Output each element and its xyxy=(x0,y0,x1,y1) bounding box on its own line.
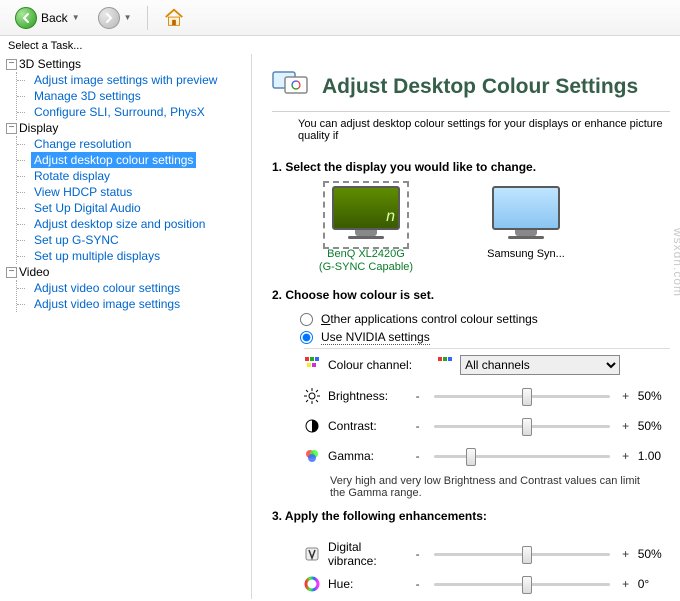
tree-group-label: 3D Settings xyxy=(19,57,81,71)
display-name: Samsung Syn... xyxy=(466,248,586,261)
tree-item-video-colour[interactable]: Adjust video colour settings xyxy=(31,280,183,296)
tree-group-3d-settings[interactable]: − 3D Settings xyxy=(6,56,251,72)
radio-other-apps[interactable] xyxy=(300,313,313,326)
tree-group-label: Video xyxy=(19,265,49,279)
brightness-value: 50% xyxy=(638,389,670,403)
back-label: Back xyxy=(41,11,68,25)
colour-channel-label: Colour channel: xyxy=(328,358,412,372)
tree-item-manage-3d[interactable]: Manage 3D settings xyxy=(31,88,144,104)
all-channels-icon xyxy=(438,357,452,374)
vibrance-slider[interactable] xyxy=(430,544,614,564)
step1-heading: 1. Select the display you would like to … xyxy=(272,160,670,174)
tree-group-video[interactable]: − Video xyxy=(6,264,251,280)
sidebar-tree: − 3D Settings Adjust image settings with… xyxy=(0,54,252,599)
tree-item-configure-sli[interactable]: Configure SLI, Surround, PhysX xyxy=(31,104,208,120)
intro-text: You can adjust desktop colour settings f… xyxy=(298,118,670,142)
gamma-slider[interactable] xyxy=(430,446,614,466)
contrast-slider[interactable] xyxy=(430,416,614,436)
collapse-icon: − xyxy=(6,123,17,134)
tree-item-view-hdcp[interactable]: View HDCP status xyxy=(31,184,135,200)
radio-nvidia-settings[interactable] xyxy=(300,331,313,344)
hue-label: Hue: xyxy=(328,577,406,591)
plus-icon: + xyxy=(622,547,630,561)
plus-icon: + xyxy=(622,577,630,591)
collapse-icon: − xyxy=(6,267,17,278)
toolbar-divider xyxy=(147,6,148,30)
vibrance-icon xyxy=(304,546,320,562)
tree-item-adjust-image-preview[interactable]: Adjust image settings with preview xyxy=(31,72,220,88)
display-name: BenQ XL2420G xyxy=(306,248,426,261)
divider xyxy=(272,111,670,112)
tree-item-desktop-size-position[interactable]: Adjust desktop size and position xyxy=(31,216,208,232)
tree-item-multiple-displays[interactable]: Set up multiple displays xyxy=(31,248,163,264)
forward-dropdown-icon: ▼ xyxy=(124,13,132,22)
gamma-note: Very high and very low Brightness and Co… xyxy=(330,475,650,499)
brightness-label: Brightness: xyxy=(328,389,406,403)
gamma-icon xyxy=(304,448,320,464)
monitors-icon xyxy=(272,68,312,105)
back-dropdown-icon: ▼ xyxy=(72,13,80,22)
minus-icon: - xyxy=(414,419,422,433)
hue-icon xyxy=(304,576,320,592)
radio-other-apps-label: Other applications control colour settin… xyxy=(321,312,538,326)
contrast-label: Contrast: xyxy=(328,419,406,433)
home-button[interactable] xyxy=(156,3,192,33)
tree-group-display[interactable]: − Display xyxy=(6,120,251,136)
vibrance-label: Digital vibrance: xyxy=(328,540,406,568)
plus-icon: + xyxy=(622,419,630,433)
forward-button[interactable]: ▼ xyxy=(91,3,139,33)
tree-group-label: Display xyxy=(19,121,58,135)
radio-nvidia-settings-label: Use NVIDIA settings xyxy=(321,330,430,344)
minus-icon: - xyxy=(414,577,422,591)
minus-icon: - xyxy=(414,389,422,403)
tree-item-adjust-desktop-colour[interactable]: Adjust desktop colour settings xyxy=(31,152,196,168)
tree-item-change-resolution[interactable]: Change resolution xyxy=(31,136,134,152)
brightness-slider[interactable] xyxy=(430,386,614,406)
minus-icon: - xyxy=(414,449,422,463)
colour-channel-icon xyxy=(304,356,320,375)
gamma-label: Gamma: xyxy=(328,449,406,463)
plus-icon: + xyxy=(622,449,630,463)
back-button[interactable]: Back ▼ xyxy=(8,3,87,33)
watermark: wsxdn.com xyxy=(671,228,680,297)
step2-heading: 2. Choose how colour is set. xyxy=(272,288,670,302)
collapse-icon: − xyxy=(6,59,17,70)
gamma-value: 1.00 xyxy=(638,449,670,463)
tree-item-gsync[interactable]: Set up G-SYNC xyxy=(31,232,122,248)
back-arrow-icon xyxy=(15,7,37,29)
display-sub: (G-SYNC Capable) xyxy=(306,261,426,274)
home-icon xyxy=(163,7,185,29)
hue-value: 0° xyxy=(638,577,670,591)
contrast-value: 50% xyxy=(638,419,670,433)
contrast-icon xyxy=(304,418,320,434)
display-samsung[interactable]: Samsung Syn... xyxy=(466,184,586,274)
page-title: Adjust Desktop Colour Settings xyxy=(322,75,638,99)
tree-item-digital-audio[interactable]: Set Up Digital Audio xyxy=(31,200,144,216)
step3-heading: 3. Apply the following enhancements: xyxy=(272,509,670,523)
plus-icon: + xyxy=(622,389,630,403)
tree-item-video-image[interactable]: Adjust video image settings xyxy=(31,296,183,312)
minus-icon: - xyxy=(414,547,422,561)
brightness-icon xyxy=(304,388,320,404)
display-benq[interactable]: n BenQ XL2420G (G-SYNC Capable) xyxy=(306,184,426,274)
task-header: Select a Task... xyxy=(0,36,680,54)
nvidia-logo-icon: n xyxy=(386,208,395,226)
colour-channel-select[interactable]: All channels xyxy=(460,355,620,375)
hue-slider[interactable] xyxy=(430,574,614,594)
vibrance-value: 50% xyxy=(638,547,670,561)
forward-arrow-icon xyxy=(98,7,120,29)
tree-item-rotate-display[interactable]: Rotate display xyxy=(31,168,113,184)
